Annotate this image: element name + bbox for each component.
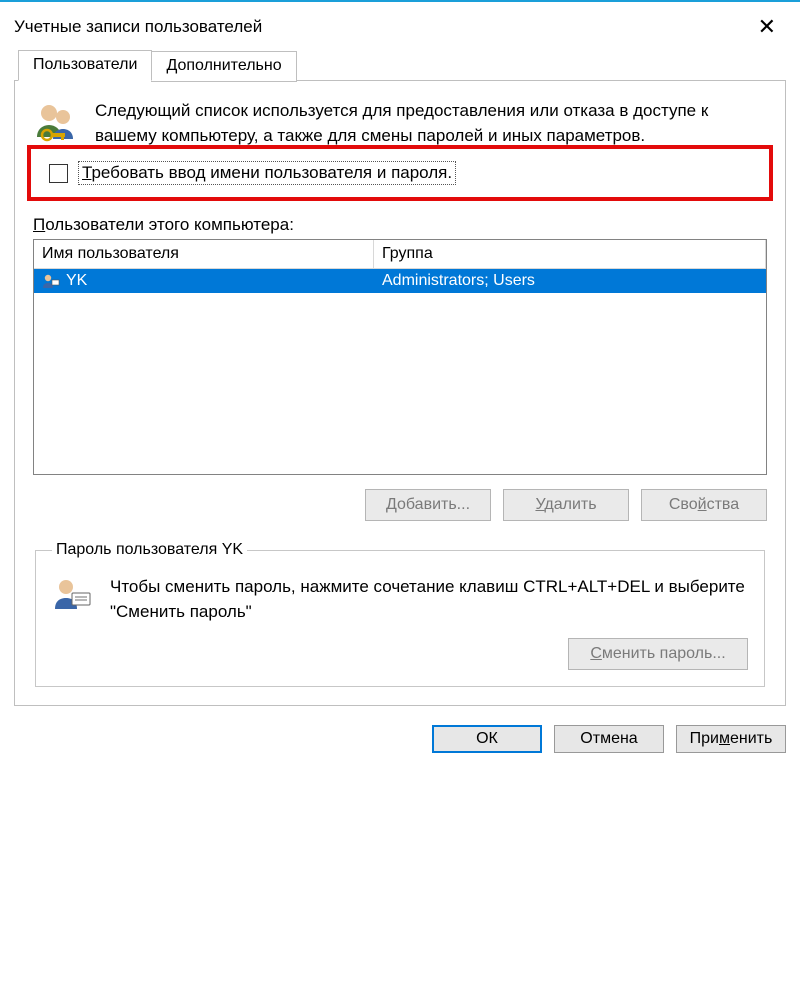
- user-buttons-row: Добавить... Удалить Свойства: [33, 489, 767, 521]
- users-list-label: Пользователи этого компьютера:: [33, 215, 767, 235]
- close-icon[interactable]: ✕: [748, 12, 786, 42]
- column-header-name[interactable]: Имя пользователя: [34, 240, 374, 269]
- change-password-button[interactable]: Сменить пароль...: [568, 638, 748, 670]
- titlebar: Учетные записи пользователей ✕: [0, 2, 800, 50]
- user-card-icon: [52, 575, 92, 619]
- tab-advanced[interactable]: Дополнительно: [151, 51, 296, 82]
- column-header-group[interactable]: Группа: [374, 240, 766, 269]
- password-text: Чтобы сменить пароль, нажмите сочетание …: [110, 575, 748, 624]
- intro-text: Следующий список используется для предос…: [95, 99, 767, 151]
- password-legend: Пароль пользователя YK: [52, 541, 247, 559]
- cancel-button[interactable]: Отмена: [554, 725, 664, 753]
- tab-users[interactable]: Пользователи: [18, 50, 152, 81]
- users-keys-icon: [33, 99, 81, 151]
- properties-button[interactable]: Свойства: [641, 489, 767, 521]
- cell-username: YK: [34, 269, 374, 293]
- window-title: Учетные записи пользователей: [14, 17, 262, 37]
- tab-panel-users: Следующий список используется для предос…: [14, 80, 786, 706]
- users-list[interactable]: Имя пользователя Группа YK Administrator…: [33, 239, 767, 475]
- require-credentials-label[interactable]: Требовать ввод имени пользователя и паро…: [78, 161, 456, 185]
- cell-group: Administrators; Users: [374, 269, 766, 293]
- tab-strip: Пользователи Дополнительно: [0, 50, 800, 81]
- password-groupbox: Пароль пользователя YK Чтобы сменить пар…: [35, 541, 765, 687]
- user-icon: [42, 274, 60, 288]
- apply-button[interactable]: Применить: [676, 725, 786, 753]
- dialog-buttons: ОК Отмена Применить: [0, 707, 800, 753]
- username-text: YK: [66, 272, 87, 290]
- remove-button[interactable]: Удалить: [503, 489, 629, 521]
- require-credentials-checkbox[interactable]: [49, 164, 68, 183]
- require-credentials-highlight: Требовать ввод имени пользователя и паро…: [27, 145, 773, 201]
- ok-button[interactable]: ОК: [432, 725, 542, 753]
- intro-row: Следующий список используется для предос…: [33, 99, 767, 151]
- users-list-header: Имя пользователя Группа: [34, 240, 766, 269]
- table-row[interactable]: YK Administrators; Users: [34, 269, 766, 293]
- add-button[interactable]: Добавить...: [365, 489, 491, 521]
